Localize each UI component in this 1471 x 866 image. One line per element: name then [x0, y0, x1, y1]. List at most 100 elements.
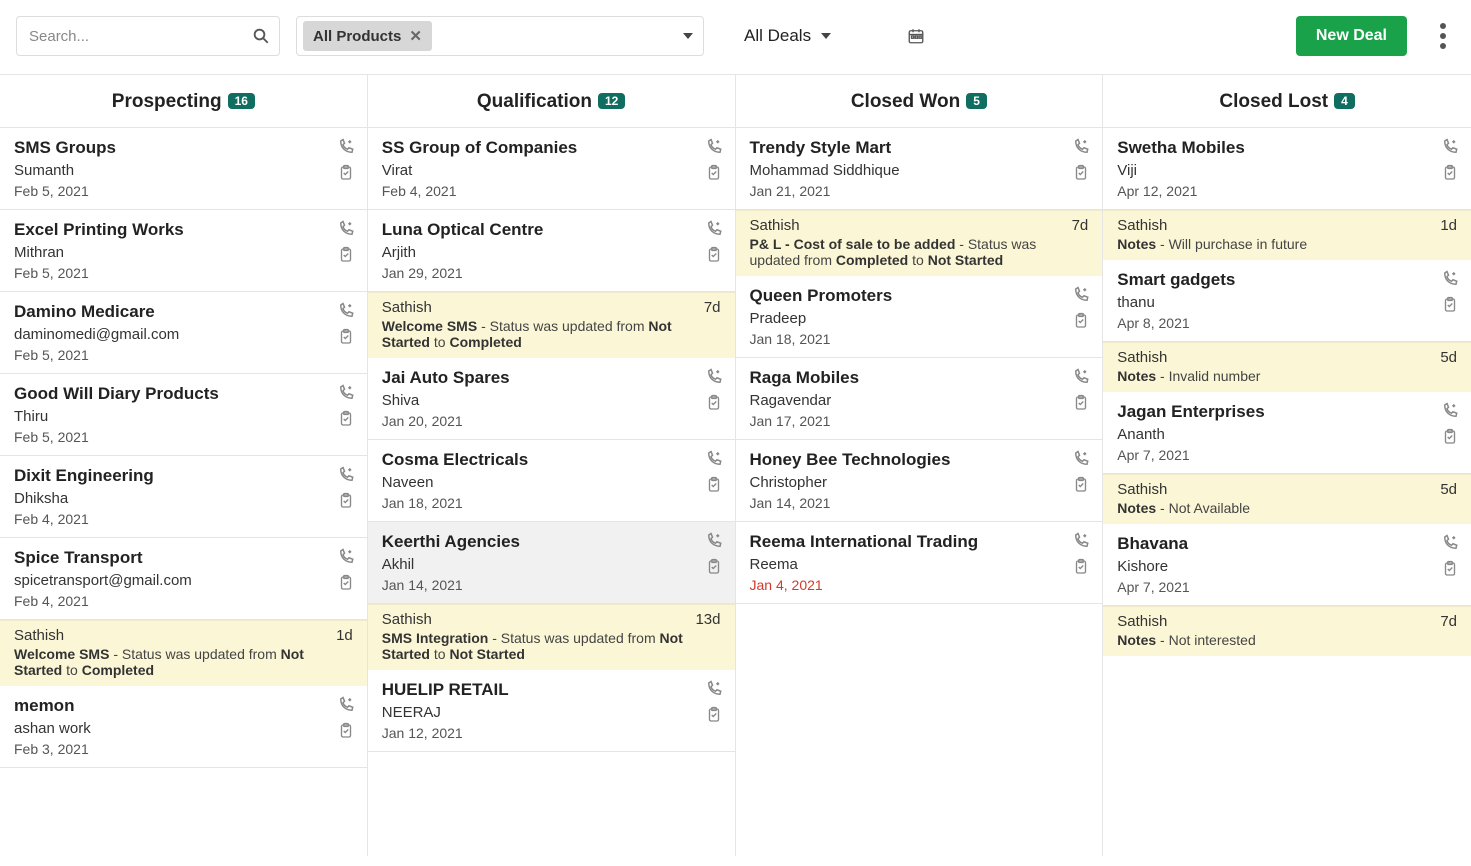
- phone-add-icon[interactable]: [705, 450, 723, 468]
- deal-note[interactable]: Sathish5dNotes - Not Available: [1103, 474, 1471, 524]
- calendar-icon[interactable]: [907, 27, 925, 45]
- deal-card[interactable]: Excel Printing WorksMithranFeb 5, 2021: [0, 210, 367, 292]
- clipboard-icon[interactable]: [705, 476, 723, 494]
- phone-add-icon[interactable]: [705, 532, 723, 550]
- search-input[interactable]: [16, 16, 280, 56]
- phone-add-icon[interactable]: [1441, 402, 1459, 420]
- deal-card[interactable]: Honey Bee TechnologiesChristopherJan 14,…: [736, 440, 1103, 522]
- phone-add-icon[interactable]: [1441, 534, 1459, 552]
- clipboard-icon[interactable]: [337, 328, 355, 346]
- column-body[interactable]: Swetha MobilesVijiApr 12, 2021 Sathish1d…: [1103, 128, 1471, 856]
- column-header[interactable]: Closed Won5: [736, 75, 1103, 128]
- phone-add-icon[interactable]: [1072, 286, 1090, 304]
- deal-note[interactable]: Sathish1dNotes - Will purchase in future: [1103, 210, 1471, 260]
- phone-add-icon[interactable]: [705, 680, 723, 698]
- new-deal-button[interactable]: New Deal: [1296, 16, 1407, 56]
- clipboard-icon[interactable]: [705, 164, 723, 182]
- phone-add-icon[interactable]: [337, 384, 355, 402]
- deal-date: Jan 29, 2021: [382, 265, 721, 281]
- phone-add-icon[interactable]: [1441, 270, 1459, 288]
- phone-add-icon[interactable]: [1072, 138, 1090, 156]
- deal-card[interactable]: Damino Medicaredaminomedi@gmail.comFeb 5…: [0, 292, 367, 374]
- deal-card[interactable]: Smart gadgetsthanuApr 8, 2021: [1103, 260, 1471, 342]
- deal-card[interactable]: Cosma ElectricalsNaveenJan 18, 2021: [368, 440, 735, 522]
- phone-add-icon[interactable]: [1441, 138, 1459, 156]
- column-header[interactable]: Closed Lost4: [1103, 75, 1471, 128]
- deal-card[interactable]: Jagan EnterprisesAnanthApr 7, 2021: [1103, 392, 1471, 474]
- column-header[interactable]: Qualification12: [368, 75, 735, 128]
- clipboard-icon[interactable]: [337, 410, 355, 428]
- deal-card[interactable]: Luna Optical CentreArjithJan 29, 2021: [368, 210, 735, 292]
- deal-card[interactable]: SS Group of CompaniesViratFeb 4, 2021: [368, 128, 735, 210]
- phone-add-icon[interactable]: [337, 696, 355, 714]
- clipboard-icon[interactable]: [705, 706, 723, 724]
- deal-card[interactable]: memonashan workFeb 3, 2021: [0, 686, 367, 768]
- phone-add-icon[interactable]: [337, 548, 355, 566]
- note-author: Sathish: [1117, 349, 1167, 366]
- kanban-column: Closed Won5Trendy Style MartMohammad Sid…: [736, 75, 1104, 856]
- deal-card[interactable]: Jai Auto SparesShivaJan 20, 2021: [368, 358, 735, 440]
- deal-date: Feb 4, 2021: [14, 593, 353, 609]
- deals-filter[interactable]: All Deals: [744, 26, 831, 46]
- phone-add-icon[interactable]: [337, 302, 355, 320]
- column-header[interactable]: Prospecting16: [0, 75, 367, 128]
- deal-card[interactable]: Reema International TradingReemaJan 4, 2…: [736, 522, 1103, 604]
- close-icon[interactable]: ✕: [409, 27, 422, 45]
- clipboard-icon[interactable]: [337, 492, 355, 510]
- deal-card[interactable]: Queen PromotersPradeepJan 18, 2021: [736, 276, 1103, 358]
- column-body[interactable]: Trendy Style MartMohammad SiddhiqueJan 2…: [736, 128, 1103, 856]
- deal-note[interactable]: Sathish7dP& L - Cost of sale to be added…: [736, 210, 1103, 276]
- clipboard-icon[interactable]: [337, 164, 355, 182]
- phone-add-icon[interactable]: [705, 138, 723, 156]
- phone-add-icon[interactable]: [705, 368, 723, 386]
- deal-note[interactable]: Sathish13dSMS Integration - Status was u…: [368, 604, 735, 670]
- clipboard-icon[interactable]: [337, 722, 355, 740]
- phone-add-icon[interactable]: [337, 138, 355, 156]
- phone-add-icon[interactable]: [337, 466, 355, 484]
- column-body[interactable]: SMS GroupsSumanthFeb 5, 2021 Excel Print…: [0, 128, 367, 856]
- filter-chip[interactable]: All Products ✕: [303, 21, 432, 51]
- search-icon[interactable]: [252, 27, 270, 45]
- clipboard-icon[interactable]: [1072, 558, 1090, 576]
- deal-card[interactable]: Keerthi AgenciesAkhilJan 14, 2021: [368, 522, 735, 604]
- clipboard-icon[interactable]: [337, 574, 355, 592]
- phone-add-icon[interactable]: [1072, 450, 1090, 468]
- deal-card[interactable]: Spice Transportspicetransport@gmail.comF…: [0, 538, 367, 620]
- deal-card[interactable]: BhavanaKishoreApr 7, 2021: [1103, 524, 1471, 606]
- deal-note[interactable]: Sathish7dNotes - Not interested: [1103, 606, 1471, 656]
- kanban-column: Prospecting16SMS GroupsSumanthFeb 5, 202…: [0, 75, 368, 856]
- clipboard-icon[interactable]: [1072, 476, 1090, 494]
- note-body: Notes - Not interested: [1117, 632, 1457, 648]
- more-menu-icon[interactable]: [1431, 23, 1455, 49]
- product-filter[interactable]: All Products ✕: [296, 16, 704, 56]
- deal-date: Jan 17, 2021: [750, 413, 1089, 429]
- phone-add-icon[interactable]: [337, 220, 355, 238]
- clipboard-icon[interactable]: [1441, 164, 1459, 182]
- deal-note[interactable]: Sathish7dWelcome SMS - Status was update…: [368, 292, 735, 358]
- clipboard-icon[interactable]: [705, 246, 723, 264]
- clipboard-icon[interactable]: [705, 394, 723, 412]
- deal-card[interactable]: HUELIP RETAILNEERAJJan 12, 2021: [368, 670, 735, 752]
- deal-contact: NEERAJ: [382, 704, 721, 721]
- clipboard-icon[interactable]: [1072, 164, 1090, 182]
- clipboard-icon[interactable]: [1072, 394, 1090, 412]
- clipboard-icon[interactable]: [1441, 560, 1459, 578]
- deal-card[interactable]: Dixit EngineeringDhikshaFeb 4, 2021: [0, 456, 367, 538]
- deal-card[interactable]: Good Will Diary ProductsThiruFeb 5, 2021: [0, 374, 367, 456]
- phone-add-icon[interactable]: [1072, 368, 1090, 386]
- deal-card[interactable]: SMS GroupsSumanthFeb 5, 2021: [0, 128, 367, 210]
- clipboard-icon[interactable]: [1441, 296, 1459, 314]
- deal-card[interactable]: Raga MobilesRagavendarJan 17, 2021: [736, 358, 1103, 440]
- clipboard-icon[interactable]: [337, 246, 355, 264]
- clipboard-icon[interactable]: [705, 558, 723, 576]
- clipboard-icon[interactable]: [1072, 312, 1090, 330]
- deal-title: Bhavana: [1117, 534, 1457, 554]
- column-body[interactable]: SS Group of CompaniesViratFeb 4, 2021 Lu…: [368, 128, 735, 856]
- deal-card[interactable]: Swetha MobilesVijiApr 12, 2021: [1103, 128, 1471, 210]
- clipboard-icon[interactable]: [1441, 428, 1459, 446]
- deal-note[interactable]: Sathish1dWelcome SMS - Status was update…: [0, 620, 367, 686]
- phone-add-icon[interactable]: [705, 220, 723, 238]
- deal-note[interactable]: Sathish5dNotes - Invalid number: [1103, 342, 1471, 392]
- deal-card[interactable]: Trendy Style MartMohammad SiddhiqueJan 2…: [736, 128, 1103, 210]
- phone-add-icon[interactable]: [1072, 532, 1090, 550]
